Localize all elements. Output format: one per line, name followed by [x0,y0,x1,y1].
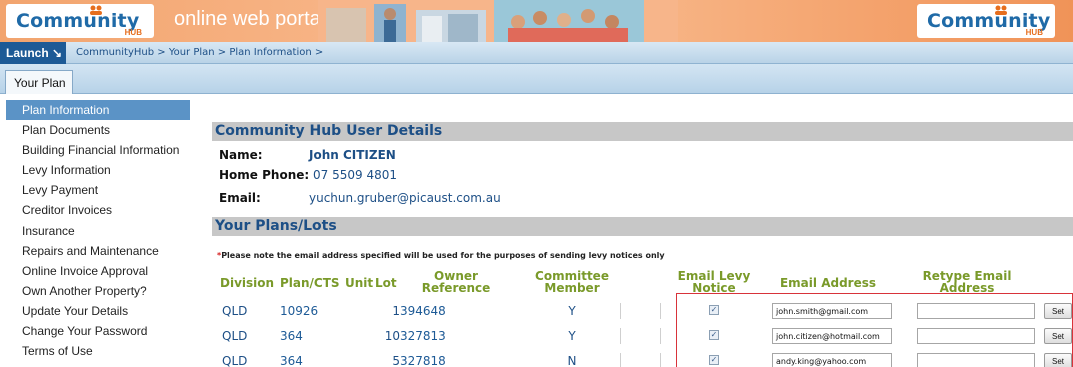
cell-committee: N [567,354,577,367]
column-separator [660,328,661,344]
col-owner-reference: Owner Reference [421,269,491,295]
cell-division: QLD [222,329,248,343]
sidebar-item-levy-payment[interactable]: Levy Payment [0,180,190,200]
phone-label: Home Phone: [219,168,310,182]
name-value: John CITIZEN [309,148,396,162]
column-separator [660,303,661,319]
cell-plan[interactable]: 364 [280,329,303,343]
column-separator [620,328,621,344]
email-settings-highlight [676,293,1073,367]
community-hub-logo-right: Community HUB [917,4,1055,38]
logo-sub: HUB [1025,28,1043,37]
levy-notice-note: *Please note the email address specified… [217,251,665,260]
sidebar-item-update-your-details[interactable]: Update Your Details [0,301,190,321]
sidebar-item-online-invoice-approval[interactable]: Online Invoice Approval [0,261,190,281]
cell-owner-ref[interactable]: 394648 [400,304,446,318]
column-separator [620,353,621,367]
sidebar-item-levy-information[interactable]: Levy Information [0,160,190,180]
launch-button[interactable]: Launch ↘ [0,42,66,64]
sidebar-item-own-another-property[interactable]: Own Another Property? [0,281,190,301]
plans-heading: Your Plans/Lots [212,217,1073,236]
cell-plan[interactable]: 10926 [280,304,318,318]
sidebar-item-insurance[interactable]: Insurance [0,221,190,241]
col-committee-member: Committee Member [535,269,609,295]
cell-owner-ref[interactable]: 327813 [400,329,446,343]
cell-committee: Y [568,304,576,318]
breadcrumb-bar: Launch ↘ CommunityHub > Your Plan > Plan… [0,42,1073,64]
cell-lot: 10 [384,329,400,343]
email-value: yuchun.gruber@picaust.com.au [309,191,501,205]
sidebar-item-creditor-invoices[interactable]: Creditor Invoices [0,200,190,220]
col-division: Division [220,276,275,290]
cell-committee: Y [568,329,576,343]
phone-value: 07 5509 4801 [313,168,397,182]
sidebar-item-plan-documents[interactable]: Plan Documents [0,120,190,140]
cell-lot: 5 [392,354,400,367]
sidebar-item-repairs-and-maintenance[interactable]: Repairs and Maintenance [0,241,190,261]
col-plan-cts: Plan/CTS [280,276,340,290]
sidebar-item-change-your-password[interactable]: Change Your Password [0,321,190,341]
user-details-heading: Community Hub User Details [212,122,1073,141]
email-label: Email: [219,191,261,205]
sidebar-nav: Plan Information Plan Documents Building… [0,100,190,367]
logo-sub: HUB [124,28,142,37]
cell-lot: 1 [392,304,400,318]
tab-bar: Your Plan [0,64,1073,94]
banner-photo-strip [318,0,678,42]
cell-plan[interactable]: 364 [280,354,303,367]
portal-header: Community HUB online web portal Communit… [0,0,1073,42]
sidebar-item-terms-of-use[interactable]: Terms of Use [0,341,190,361]
tab-your-plan[interactable]: Your Plan [5,70,73,94]
col-retype-email-address: Retype Email Address [922,269,1012,295]
name-label: Name: [219,148,263,162]
cell-owner-ref[interactable]: 327818 [400,354,446,367]
col-email-levy-notice: Email Levy Notice [677,269,751,295]
main-content: Community Hub User Details Name: John CI… [212,100,1073,367]
name-row: Name: John CITIZEN [219,148,396,162]
col-unit: Unit [345,276,374,290]
col-lot: Lot [375,276,397,290]
breadcrumb[interactable]: CommunityHub > Your Plan > Plan Informat… [76,47,323,58]
community-hub-logo[interactable]: Community HUB [6,4,154,38]
email-row: Email: yuchun.gruber@picaust.com.au [219,191,501,205]
portal-title: online web portal [174,8,326,30]
column-separator [660,353,661,367]
cell-division: QLD [222,354,248,367]
column-separator [620,303,621,319]
note-text: Please note the email address specified … [221,251,665,260]
sidebar-item-plan-information[interactable]: Plan Information [6,100,190,120]
logo-text: Community [16,10,140,32]
cell-division: QLD [222,304,248,318]
col-email-address: Email Address [779,276,876,290]
sidebar-item-building-financial-information[interactable]: Building Financial Information [0,140,190,160]
phone-row: Home Phone: 07 5509 4801 [219,168,397,182]
